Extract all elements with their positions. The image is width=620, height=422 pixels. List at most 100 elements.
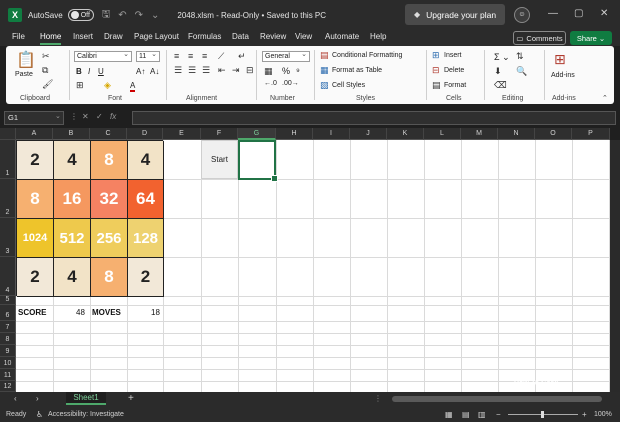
font-grow-icon[interactable]: A↑ xyxy=(136,67,145,76)
row-header[interactable]: 2 xyxy=(0,179,16,218)
align-center-icon[interactable]: ☰ xyxy=(188,65,196,76)
borders-icon[interactable]: ⊞ xyxy=(76,80,84,91)
zoom-slider-thumb[interactable] xyxy=(541,411,544,418)
tab-file[interactable]: File xyxy=(12,32,25,41)
format-cells-icon[interactable]: ▤ xyxy=(432,80,441,91)
merge-center-icon[interactable]: ⊟ xyxy=(246,65,254,76)
increase-decimal-icon[interactable]: ←.0 xyxy=(264,80,277,87)
insert-cells-button[interactable]: Insert xyxy=(444,52,462,59)
tab-help[interactable]: Help xyxy=(370,32,386,41)
undo-icon[interactable]: ↶ xyxy=(118,10,126,21)
tab-home[interactable]: Home xyxy=(40,32,62,45)
minimize-icon[interactable]: — xyxy=(548,8,558,19)
font-size-select[interactable]: 11 xyxy=(136,50,160,62)
outdent-icon[interactable]: ⇥ xyxy=(232,65,240,76)
conditional-formatting-icon[interactable]: ▤ xyxy=(320,50,329,61)
row-header[interactable]: 11 xyxy=(0,369,16,381)
add-ins-button[interactable]: Add-ins xyxy=(551,72,575,79)
sort-filter-icon[interactable]: ⇅ xyxy=(516,51,524,62)
format-as-table-button[interactable]: Format as Table xyxy=(332,67,382,74)
column-header[interactable]: O xyxy=(535,128,572,140)
column-header[interactable]: P xyxy=(572,128,610,140)
column-header[interactable]: J xyxy=(350,128,387,140)
close-icon[interactable]: ✕ xyxy=(600,8,608,19)
save-icon[interactable]: 🖫 xyxy=(102,7,111,24)
tab-draw[interactable]: Draw xyxy=(104,32,123,41)
user-avatar[interactable]: ☺ xyxy=(514,7,530,23)
copy-icon[interactable]: ⧉ xyxy=(42,65,48,76)
font-color-icon[interactable]: A xyxy=(130,81,136,92)
align-top-icon[interactable]: ≡ xyxy=(174,51,179,61)
sheet-tab-sheet1[interactable]: Sheet1 xyxy=(66,392,106,405)
vertical-scrollbar[interactable] xyxy=(610,140,620,392)
paste-icon[interactable]: 📋 xyxy=(16,50,36,70)
name-box-dropdown-icon[interactable]: ⌄ xyxy=(55,112,61,120)
row-header[interactable]: 12 xyxy=(0,381,16,392)
align-left-icon[interactable]: ☰ xyxy=(174,65,182,76)
select-all-corner[interactable] xyxy=(0,128,16,140)
zoom-in-icon[interactable]: + xyxy=(582,410,587,419)
conditional-formatting-button[interactable]: Conditional Formatting xyxy=(332,52,402,59)
zoom-out-icon[interactable]: − xyxy=(496,410,501,419)
column-header[interactable]: M xyxy=(461,128,498,140)
insert-cells-icon[interactable]: ⊞ xyxy=(432,50,440,61)
fill-icon[interactable]: ⬇ xyxy=(494,66,502,77)
prev-sheet-icon[interactable]: ‹ xyxy=(14,394,17,403)
start-button[interactable]: Start xyxy=(201,140,238,179)
delete-cells-button[interactable]: Delete xyxy=(444,67,464,74)
accounting-format-icon[interactable]: ▦ xyxy=(264,66,273,77)
number-format-select[interactable]: General xyxy=(262,50,310,62)
collapse-ribbon-icon[interactable]: ⌃ xyxy=(602,94,608,102)
align-bottom-icon[interactable]: ≡ xyxy=(202,51,207,61)
redo-icon[interactable]: ↷ xyxy=(135,10,143,21)
active-cell-g1[interactable] xyxy=(238,140,278,182)
cancel-icon[interactable]: ✕ xyxy=(82,112,89,121)
font-shrink-icon[interactable]: A↓ xyxy=(150,67,159,76)
page-layout-view-icon[interactable]: ▤ xyxy=(462,410,470,419)
column-header[interactable]: H xyxy=(276,128,313,140)
share-button[interactable]: Share ⌄ xyxy=(570,31,612,45)
row-header[interactable]: 8 xyxy=(0,333,16,345)
percent-style-icon[interactable]: % xyxy=(282,66,290,76)
page-break-view-icon[interactable]: ▥ xyxy=(478,410,486,419)
maximize-icon[interactable]: ▢ xyxy=(574,8,583,19)
delete-cells-icon[interactable]: ⊟ xyxy=(432,65,440,76)
autosum-icon[interactable]: Σ ⌄ xyxy=(494,52,510,63)
bold-icon[interactable]: B xyxy=(76,67,82,76)
paste-label[interactable]: Paste xyxy=(15,71,33,78)
add-ins-icon[interactable]: ⊞ xyxy=(554,51,566,68)
row-header[interactable]: 1 xyxy=(0,140,16,179)
row-header[interactable]: 7 xyxy=(0,321,16,333)
column-header[interactable]: A xyxy=(16,128,53,140)
column-header[interactable]: C xyxy=(90,128,127,140)
column-header-selected[interactable]: G xyxy=(238,128,276,140)
clear-icon[interactable]: ⌫ xyxy=(494,80,507,91)
comments-button[interactable]: ▭ Comments xyxy=(513,31,566,45)
column-header[interactable]: B xyxy=(53,128,90,140)
column-header[interactable]: I xyxy=(313,128,350,140)
enter-icon[interactable]: ✓ xyxy=(96,112,103,121)
underline-icon[interactable]: U xyxy=(98,67,104,76)
format-painter-icon[interactable]: 🖌 xyxy=(42,79,53,90)
next-sheet-icon[interactable]: › xyxy=(36,394,39,403)
column-header[interactable]: N xyxy=(498,128,535,140)
tab-splitter-icon[interactable]: ⋮ xyxy=(374,394,382,403)
decrease-decimal-icon[interactable]: .00→ xyxy=(282,80,299,87)
column-header[interactable]: K xyxy=(387,128,424,140)
row-header[interactable]: 5 xyxy=(0,296,16,305)
tab-automate[interactable]: Automate xyxy=(325,32,359,41)
tab-formulas[interactable]: Formulas xyxy=(188,32,221,41)
indent-icon[interactable]: ⇤ xyxy=(218,65,226,76)
align-right-icon[interactable]: ☰ xyxy=(202,65,210,76)
row-header[interactable]: 9 xyxy=(0,345,16,357)
tab-page-layout[interactable]: Page Layout xyxy=(134,32,179,41)
column-header[interactable]: L xyxy=(424,128,461,140)
insert-function-icon[interactable]: fx xyxy=(110,112,116,121)
horizontal-scrollbar[interactable] xyxy=(392,396,602,402)
zoom-level[interactable]: 100% xyxy=(594,411,612,418)
customize-toolbar-icon[interactable]: ⌄ xyxy=(151,10,159,21)
column-header[interactable]: D xyxy=(127,128,163,140)
cell-styles-icon[interactable]: ▧ xyxy=(320,80,329,91)
cell-styles-button[interactable]: Cell Styles xyxy=(332,82,365,89)
row-header[interactable]: 4 xyxy=(0,257,16,296)
